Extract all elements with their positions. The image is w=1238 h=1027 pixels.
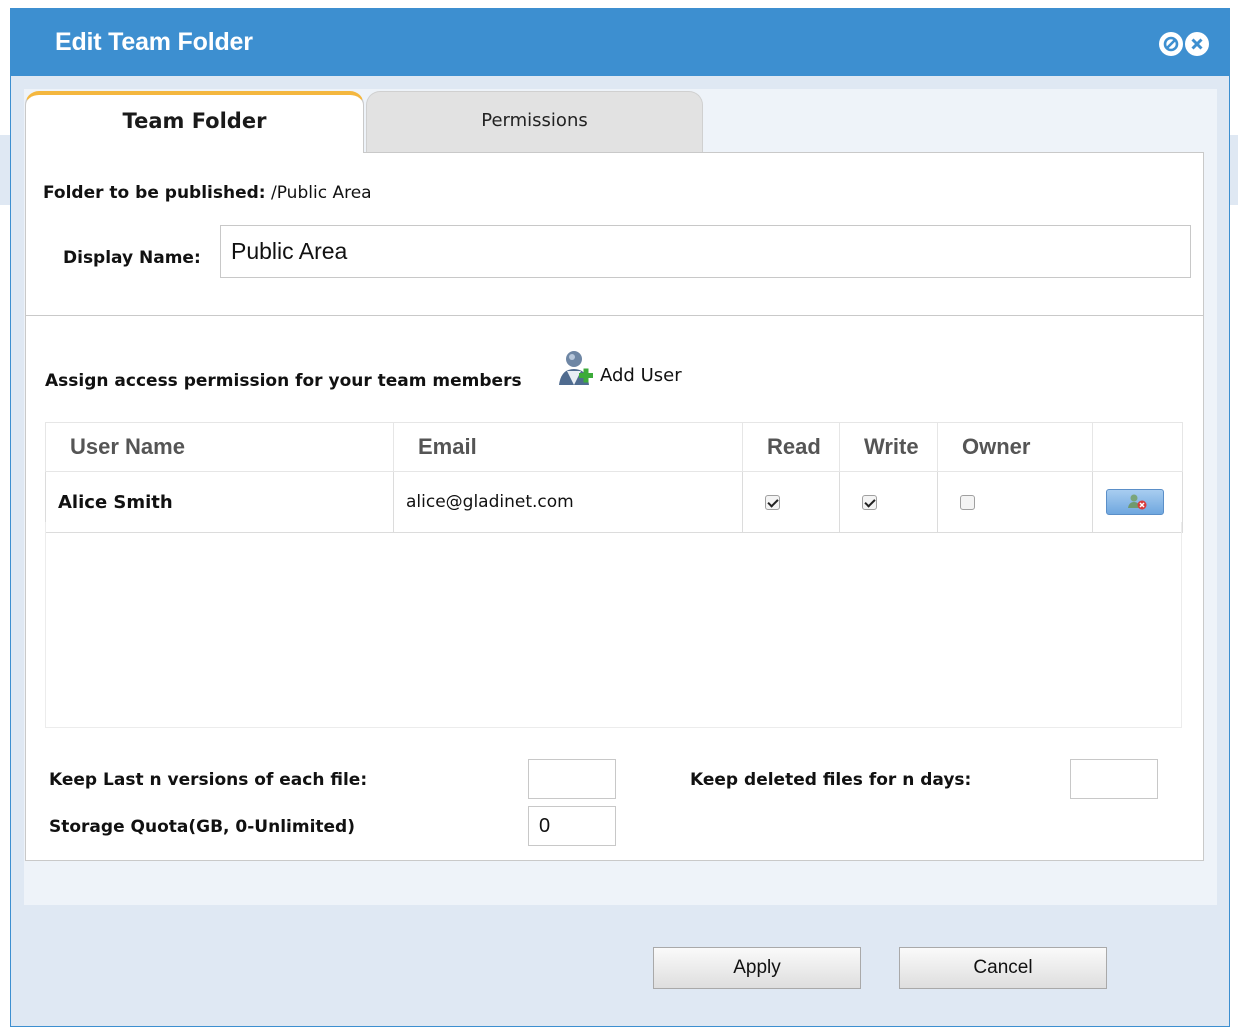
- owner-checkbox[interactable]: [960, 494, 975, 510]
- keep-deleted-label: Keep deleted files for n days:: [690, 770, 972, 790]
- table-header-row: User Name Email Read Write Owner: [45, 422, 1183, 472]
- column-header-actions: [1092, 422, 1183, 472]
- tab-label: Team Folder: [122, 109, 267, 133]
- keep-versions-label: Keep Last n versions of each file:: [49, 770, 368, 790]
- background-page-strip: [0, 135, 10, 205]
- add-user-icon: [557, 349, 595, 393]
- remove-user-button[interactable]: [1106, 489, 1164, 515]
- edit-team-folder-dialog: Edit Team Folder Team Folder Permissions…: [10, 8, 1230, 1027]
- storage-quota-input[interactable]: [528, 806, 616, 846]
- dialog-titlebar: Edit Team Folder: [11, 9, 1229, 76]
- minimize-circle-icon[interactable]: [1159, 32, 1183, 56]
- folder-published-label: Folder to be published:: [43, 183, 266, 203]
- permissions-table-empty-area: [45, 522, 1182, 728]
- folder-published-value: /Public Area: [271, 183, 372, 203]
- read-checkbox[interactable]: [765, 494, 780, 510]
- add-user-button[interactable]: Add User: [557, 349, 692, 389]
- tab-team-folder[interactable]: Team Folder: [25, 91, 364, 153]
- section-divider: [26, 315, 1203, 316]
- column-header-user-name: User Name: [45, 422, 394, 472]
- remove-user-icon: [1126, 493, 1148, 516]
- column-header-owner: Owner: [937, 422, 1093, 472]
- team-folder-panel: Folder to be published: /Public Area Dis…: [25, 152, 1204, 861]
- display-name-label: Display Name:: [63, 248, 201, 268]
- close-circle-icon[interactable]: [1185, 32, 1209, 56]
- folder-published-row: Folder to be published: /Public Area: [43, 183, 372, 203]
- permissions-table: User Name Email Read Write Owner Alice S…: [45, 422, 1183, 533]
- storage-quota-label: Storage Quota(GB, 0-Unlimited): [49, 817, 355, 837]
- display-name-input[interactable]: [220, 225, 1191, 278]
- keep-deleted-input[interactable]: [1070, 759, 1158, 799]
- column-header-read: Read: [742, 422, 840, 472]
- apply-button[interactable]: Apply: [653, 947, 861, 989]
- tab-permissions[interactable]: Permissions: [366, 91, 703, 153]
- add-user-label: Add User: [600, 365, 682, 386]
- assign-permission-label: Assign access permission for your team m…: [45, 371, 522, 391]
- keep-versions-input[interactable]: [528, 759, 616, 799]
- tab-label: Permissions: [481, 110, 588, 131]
- cancel-button[interactable]: Cancel: [899, 947, 1107, 989]
- dialog-title: Edit Team Folder: [55, 28, 253, 56]
- write-checkbox[interactable]: [862, 494, 877, 510]
- column-header-email: Email: [393, 422, 743, 472]
- column-header-write: Write: [839, 422, 938, 472]
